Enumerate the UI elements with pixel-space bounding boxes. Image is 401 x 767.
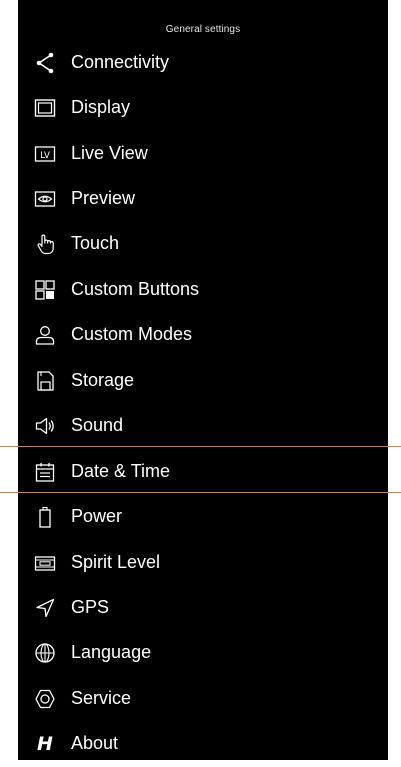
menu-item-sound[interactable]: Sound bbox=[18, 404, 388, 449]
menu-item-live-view[interactable]: LV Live View bbox=[18, 131, 388, 176]
menu-item-power[interactable]: Power bbox=[18, 494, 388, 539]
settings-menu: Connectivity Display LV Live View Previe… bbox=[18, 40, 388, 767]
sd-card-icon bbox=[32, 368, 58, 394]
selection-bottom-line bbox=[0, 492, 401, 493]
hasselblad-logo-icon: H bbox=[32, 731, 58, 757]
custom-buttons-grid-icon bbox=[32, 277, 58, 303]
menu-item-spirit-level[interactable]: Spirit Level bbox=[18, 540, 388, 585]
menu-item-gps[interactable]: GPS bbox=[18, 585, 388, 630]
page-title: General settings bbox=[165, 24, 241, 35]
menu-item-custom-modes[interactable]: Custom Modes bbox=[18, 313, 388, 358]
display-icon bbox=[32, 95, 58, 121]
menu-item-label: GPS bbox=[71, 597, 110, 618]
hasselblad-logo-glyph: H bbox=[37, 732, 53, 755]
menu-item-label: Connectivity bbox=[71, 51, 170, 72]
menu-item-label: Custom Modes bbox=[71, 324, 193, 345]
menu-item-language[interactable]: Language bbox=[18, 631, 388, 676]
location-arrow-icon bbox=[32, 595, 58, 621]
menu-item-label: About bbox=[71, 733, 119, 754]
share-icon bbox=[32, 50, 58, 76]
calendar-icon bbox=[32, 459, 58, 485]
menu-item-label: Storage bbox=[71, 369, 135, 390]
menu-item-preview[interactable]: Preview bbox=[18, 176, 388, 221]
live-view-icon: LV bbox=[32, 141, 58, 167]
menu-item-custom-buttons[interactable]: Custom Buttons bbox=[18, 267, 388, 312]
menu-item-display[interactable]: Display bbox=[18, 85, 388, 130]
menu-item-touch[interactable]: Touch bbox=[18, 222, 388, 267]
menu-item-date-time[interactable]: Date & Time bbox=[18, 449, 388, 494]
menu-item-label: Spirit Level bbox=[71, 551, 161, 572]
menu-item-label: Touch bbox=[71, 233, 120, 254]
spirit-level-icon bbox=[32, 550, 58, 576]
menu-item-label: Live View bbox=[71, 142, 148, 163]
hexagon-service-icon bbox=[32, 686, 58, 712]
menu-item-about[interactable]: H About bbox=[18, 722, 388, 767]
globe-icon bbox=[32, 640, 58, 666]
menu-item-label: Display bbox=[71, 97, 131, 118]
menu-item-connectivity[interactable]: Connectivity bbox=[18, 40, 388, 85]
preview-eye-icon bbox=[32, 186, 58, 212]
selection-top-line bbox=[0, 446, 401, 447]
user-icon bbox=[32, 322, 58, 348]
menu-item-label: Language bbox=[71, 642, 152, 663]
menu-item-label: Preview bbox=[71, 188, 136, 209]
menu-item-storage[interactable]: Storage bbox=[18, 358, 388, 403]
menu-item-label: Sound bbox=[71, 415, 124, 436]
svg-text:LV: LV bbox=[40, 150, 50, 160]
touch-hand-icon bbox=[32, 231, 58, 257]
menu-item-label: Date & Time bbox=[71, 460, 171, 481]
battery-icon bbox=[32, 504, 58, 530]
menu-item-label: Power bbox=[71, 506, 123, 527]
settings-panel: General settings Connectivity Display LV… bbox=[18, 0, 388, 760]
menu-item-service[interactable]: Service bbox=[18, 676, 388, 721]
speaker-icon bbox=[32, 413, 58, 439]
menu-item-label: Custom Buttons bbox=[71, 278, 200, 299]
menu-item-label: Service bbox=[71, 687, 132, 708]
